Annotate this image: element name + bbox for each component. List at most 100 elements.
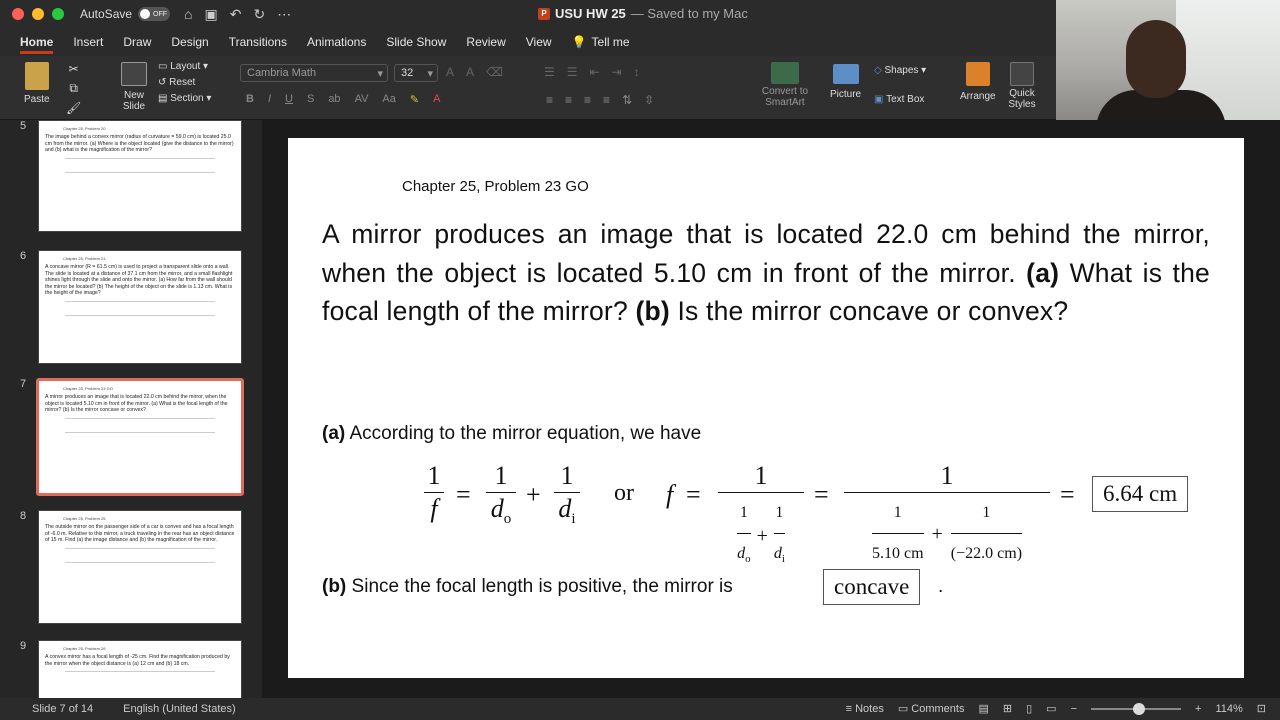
normal-view-icon[interactable]: ▤ bbox=[978, 702, 988, 715]
equals-sign: = bbox=[1060, 480, 1075, 509]
slide-thumbnail-panel[interactable]: 5 Chapter 25, Problem 20 The image behin… bbox=[0, 120, 262, 698]
indent-icon[interactable]: ⇥ bbox=[612, 65, 622, 79]
problem-text[interactable]: A mirror produces an image that is locat… bbox=[322, 215, 1210, 331]
ribbon-tabs: Home Insert Draw Design Transitions Animation… bbox=[0, 28, 1060, 56]
align-text-icon[interactable]: ⇳ bbox=[644, 93, 654, 107]
zoom-level[interactable]: 114% bbox=[1215, 703, 1242, 715]
part-b-answer[interactable]: (b) Since the focal length is positive, … bbox=[322, 576, 733, 598]
text-direction-icon[interactable]: ⇅ bbox=[622, 93, 632, 107]
quick-styles-icon bbox=[1010, 62, 1034, 86]
undo-icon[interactable]: ↶ bbox=[230, 6, 242, 23]
tab-home[interactable]: Home bbox=[20, 30, 54, 54]
slide-chapter-label[interactable]: Chapter 25, Problem 23 GO bbox=[402, 178, 589, 195]
minimize-window-button[interactable] bbox=[32, 8, 44, 20]
char-spacing-icon[interactable]: AV bbox=[355, 93, 369, 106]
new-slide-button[interactable]: New Slide bbox=[114, 62, 154, 112]
zoom-slider-knob[interactable] bbox=[1133, 702, 1146, 715]
slide-thumbnail[interactable]: Chapter 25, Problem 21 A concave mirror … bbox=[38, 250, 242, 364]
arrange-button[interactable]: Arrange bbox=[960, 62, 996, 102]
section-button[interactable]: ▤ Section ▾ bbox=[158, 93, 211, 104]
part-a-answer-intro[interactable]: (a) According to the mirror equation, we… bbox=[322, 423, 701, 445]
tab-transitions[interactable]: Transitions bbox=[229, 30, 287, 54]
quick-styles-button[interactable]: Quick Styles bbox=[1006, 62, 1038, 110]
slide-thumbnail[interactable]: Chapter 25, Problem 26 A convex mirror h… bbox=[38, 640, 242, 698]
format-painter-icon[interactable]: 🖌 bbox=[66, 101, 81, 115]
tab-animations[interactable]: Animations bbox=[307, 30, 366, 54]
layout-button[interactable]: ▭ Layout ▾ bbox=[158, 61, 211, 72]
zoom-slider[interactable] bbox=[1091, 702, 1182, 715]
increase-font-icon[interactable]: A bbox=[446, 65, 454, 79]
thumbnail-equation bbox=[65, 300, 215, 311]
autosave-label: AutoSave bbox=[80, 7, 133, 21]
part-b-label: (b) bbox=[635, 296, 670, 326]
thumbnail-text: A convex mirror has a focal length of -2… bbox=[45, 654, 230, 667]
home-icon[interactable]: ⌂ bbox=[184, 6, 192, 23]
zoom-out-icon[interactable]: − bbox=[1071, 703, 1077, 715]
slide-thumbnail[interactable]: Chapter 25, Problem 25 The outside mirro… bbox=[38, 510, 242, 624]
slideshow-icon[interactable]: ▭ bbox=[1046, 702, 1056, 715]
clear-format-icon[interactable]: ⌫ bbox=[486, 65, 503, 79]
underline-icon[interactable]: U bbox=[285, 93, 293, 106]
align-right-icon[interactable]: ≡ bbox=[584, 93, 591, 107]
numbering-icon[interactable]: ☰ bbox=[567, 65, 578, 79]
close-window-button[interactable] bbox=[12, 8, 24, 20]
current-slide[interactable]: Chapter 25, Problem 23 GO A mirror produ… bbox=[288, 138, 1244, 678]
save-icon[interactable]: ▣ bbox=[205, 6, 218, 23]
text-box-button[interactable]: ▣ Text Box bbox=[874, 94, 924, 105]
more-icon[interactable]: ⋯ bbox=[277, 6, 291, 23]
tab-slide-show[interactable]: Slide Show bbox=[386, 30, 446, 54]
thumbnail-equation bbox=[65, 671, 215, 681]
notes-button[interactable]: ≡ Notes bbox=[846, 703, 884, 715]
focal-length-answer-box: 6.64 cm bbox=[1092, 476, 1189, 512]
shapes-button[interactable]: ◇ Shapes ▾ bbox=[874, 65, 926, 76]
copy-icon[interactable]: ⧉ bbox=[69, 81, 78, 96]
cut-icon[interactable]: ✂ bbox=[69, 62, 79, 76]
zoom-in-icon[interactable]: + bbox=[1195, 703, 1201, 715]
slide-sorter-icon[interactable]: ⊞ bbox=[1003, 702, 1012, 715]
part-a-label: (a) bbox=[322, 423, 346, 444]
tab-draw[interactable]: Draw bbox=[123, 30, 151, 54]
align-left-icon[interactable]: ≡ bbox=[546, 93, 553, 107]
comments-button[interactable]: ▭ Comments bbox=[898, 702, 965, 715]
zoom-window-button[interactable] bbox=[52, 8, 64, 20]
highlight-icon[interactable]: ✎ bbox=[410, 93, 419, 106]
outdent-icon[interactable]: ⇤ bbox=[590, 65, 600, 79]
document-name: USU HW 25 bbox=[555, 6, 626, 21]
thumbnail-equation bbox=[65, 547, 215, 558]
align-center-icon[interactable]: ≡ bbox=[565, 93, 572, 107]
thumbnail-equation bbox=[65, 561, 215, 572]
reset-button[interactable]: ↺ Reset bbox=[158, 77, 211, 88]
line-spacing-icon[interactable]: ↕ bbox=[634, 65, 640, 79]
strikethrough-icon[interactable]: S bbox=[307, 93, 314, 106]
slide-thumbnail[interactable]: Chapter 25, Problem 20 The image behind … bbox=[38, 120, 242, 232]
tab-view[interactable]: View bbox=[526, 30, 552, 54]
convert-smartart-button[interactable]: Convert to SmartArt bbox=[760, 62, 810, 108]
bold-icon[interactable]: B bbox=[246, 93, 254, 106]
tab-review[interactable]: Review bbox=[466, 30, 505, 54]
ribbon: Paste ✂ ⧉ 🖌 New Slide ▭ Layout ▾ ↺ Reset… bbox=[0, 56, 1056, 120]
picture-button[interactable]: Picture bbox=[830, 64, 861, 100]
fit-slide-icon[interactable]: ⊡ bbox=[1257, 702, 1266, 715]
font-name-select[interactable]: Cambria Math ▾ bbox=[240, 64, 388, 82]
language-indicator[interactable]: English (United States) bbox=[123, 703, 236, 715]
paste-button[interactable]: Paste bbox=[24, 62, 50, 105]
autosave-control[interactable]: AutoSave OFF bbox=[80, 7, 171, 21]
tell-me-search[interactable]: 💡 Tell me bbox=[572, 30, 630, 54]
reading-view-icon[interactable]: ▯ bbox=[1026, 702, 1032, 715]
font-color-icon[interactable]: A bbox=[433, 93, 440, 106]
tab-insert[interactable]: Insert bbox=[73, 30, 103, 54]
text-shadow-icon[interactable]: ab bbox=[328, 93, 340, 106]
change-case-icon[interactable]: Aa bbox=[382, 93, 395, 106]
justify-icon[interactable]: ≡ bbox=[603, 93, 610, 107]
slide-thumbnail-selected[interactable]: Chapter 25, Problem 23 GO A mirror produ… bbox=[36, 378, 244, 496]
redo-icon[interactable]: ↻ bbox=[253, 6, 265, 23]
autosave-toggle[interactable]: OFF bbox=[138, 7, 171, 21]
clipboard-icon bbox=[24, 62, 49, 90]
decrease-font-icon[interactable]: A bbox=[466, 65, 474, 79]
tab-design[interactable]: Design bbox=[171, 30, 208, 54]
slide-number: 8 bbox=[20, 510, 27, 522]
font-size-select[interactable]: 32 ▾ bbox=[394, 64, 438, 82]
italic-icon[interactable]: I bbox=[268, 93, 271, 106]
bullets-icon[interactable]: ☰ bbox=[544, 65, 555, 79]
mirror-equation[interactable]: 1f = 1 do + 1 di or f = 1 1 do + 1 di = 1 15… bbox=[424, 460, 1214, 565]
